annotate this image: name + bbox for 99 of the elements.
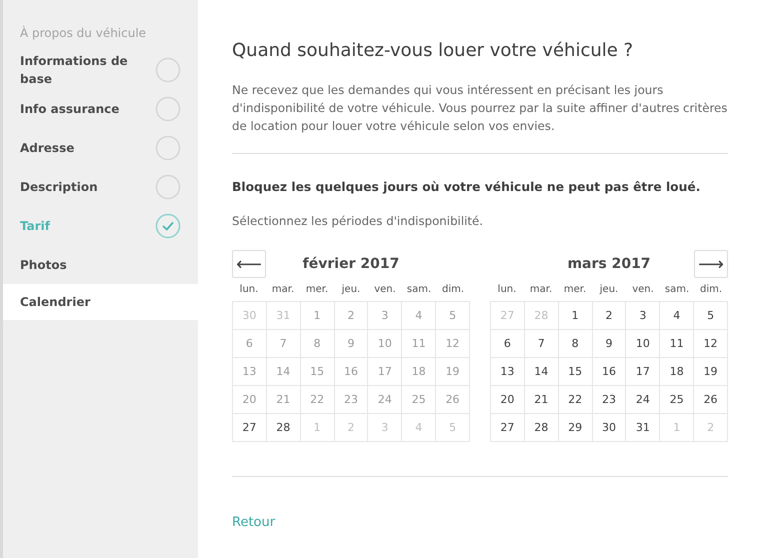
day-cell: 6 xyxy=(233,330,267,358)
day-cell: 28 xyxy=(524,302,559,330)
weekday-label: ven. xyxy=(631,284,655,295)
day-cell: 20 xyxy=(233,386,267,414)
day-cell[interactable]: 6 xyxy=(491,330,525,358)
day-cell: 1 xyxy=(300,302,335,330)
weekday-label: mer. xyxy=(304,284,330,295)
day-cell[interactable]: 18 xyxy=(660,358,694,386)
day-cell: 14 xyxy=(266,358,301,386)
day-cell: 1 xyxy=(660,414,694,442)
month-title: février 2017 xyxy=(302,256,400,272)
section-heading: Bloquez les quelques jours où votre véhicule ne peut pas être loué. xyxy=(232,180,702,194)
day-cell[interactable]: 12 xyxy=(694,330,728,358)
day-cell: 27 xyxy=(491,302,525,330)
day-cell: 2 xyxy=(694,414,728,442)
day-cell[interactable]: 9 xyxy=(592,330,626,358)
day-cell[interactable]: 24 xyxy=(626,386,660,414)
day-cell: 4 xyxy=(402,414,436,442)
day-cell: 16 xyxy=(334,358,368,386)
day-cell: 2 xyxy=(334,302,368,330)
day-cell[interactable]: 11 xyxy=(660,330,694,358)
day-cell[interactable]: 26 xyxy=(694,386,728,414)
day-cell[interactable]: 30 xyxy=(592,414,626,442)
weekday-label: sam. xyxy=(406,284,432,295)
day-cell[interactable]: 31 xyxy=(626,414,660,442)
weekday-label: lun. xyxy=(496,284,518,295)
weekday-label: lun. xyxy=(238,284,260,295)
day-cell[interactable]: 29 xyxy=(558,414,593,442)
day-cell[interactable]: 8 xyxy=(558,330,593,358)
previous-month-button[interactable]: ⟵ xyxy=(232,250,266,278)
day-cell[interactable]: 28 xyxy=(266,414,301,442)
weekday-label: sam. xyxy=(664,284,690,295)
day-cell: 5 xyxy=(436,302,470,330)
weekday-label: jeu. xyxy=(340,284,362,295)
day-cell[interactable]: 13 xyxy=(491,358,525,386)
day-cell: 30 xyxy=(233,302,267,330)
day-cell[interactable]: 7 xyxy=(524,330,559,358)
day-cell[interactable]: 10 xyxy=(626,330,660,358)
day-cell: 13 xyxy=(233,358,267,386)
day-cell: 21 xyxy=(266,386,301,414)
day-cell[interactable]: 17 xyxy=(626,358,660,386)
day-cell[interactable]: 23 xyxy=(592,386,626,414)
weekday-label: mer. xyxy=(562,284,588,295)
day-cell: 26 xyxy=(436,386,470,414)
weekday-label: mar. xyxy=(528,284,554,295)
day-cell[interactable]: 5 xyxy=(694,302,728,330)
day-cell: 1 xyxy=(300,414,335,442)
day-cell[interactable]: 20 xyxy=(491,386,525,414)
day-cell: 17 xyxy=(368,358,402,386)
section-hint: Sélectionnez les périodes d'indisponibilité. xyxy=(232,214,484,228)
day-cell: 23 xyxy=(334,386,368,414)
day-cell: 31 xyxy=(266,302,301,330)
next-month-button[interactable]: ⟶ xyxy=(694,250,728,278)
page-title: Quand souhaitez-vous louer votre véhicule ? xyxy=(232,40,634,61)
day-cell: 19 xyxy=(436,358,470,386)
day-cell[interactable]: 16 xyxy=(592,358,626,386)
weekday-label: dim. xyxy=(698,284,724,295)
sidebar-heading: À propos du véhicule xyxy=(19,26,148,42)
day-cell[interactable]: 14 xyxy=(524,358,559,386)
day-cell: 8 xyxy=(300,330,335,358)
weekday-label: ven. xyxy=(373,284,397,295)
day-cell[interactable]: 22 xyxy=(558,386,593,414)
day-cell: 5 xyxy=(436,414,470,442)
day-cell[interactable]: 2 xyxy=(592,302,626,330)
day-cell: 3 xyxy=(368,302,402,330)
day-cell: 3 xyxy=(368,414,402,442)
day-cell: 9 xyxy=(334,330,368,358)
sidebar-item[interactable]: Informations de base xyxy=(3,50,198,89)
sidebar-item[interactable]: Adresse xyxy=(3,128,198,167)
day-cell[interactable]: 3 xyxy=(626,302,660,330)
day-cell[interactable]: 25 xyxy=(660,386,694,414)
day-cell: 7 xyxy=(266,330,301,358)
weekday-label: jeu. xyxy=(598,284,620,295)
day-cell: 11 xyxy=(402,330,436,358)
day-cell: 4 xyxy=(402,302,436,330)
sidebar-item[interactable]: Description xyxy=(3,167,198,206)
sidebar-item[interactable]: Calendrier xyxy=(3,284,198,320)
day-cell: 25 xyxy=(402,386,436,414)
day-cell[interactable]: 27 xyxy=(233,414,267,442)
intro-text: Ne recevez que les demandes qui vous intéressent en précisant les jours d'indisponibilité de votre véhicule. Vous pourrez par la suite affiner d'autres critères de location pour louer votre véhicule selon vos envies. xyxy=(232,82,728,135)
day-cell: 2 xyxy=(334,414,368,442)
day-cell: 24 xyxy=(368,386,402,414)
weekday-label: mar. xyxy=(270,284,296,295)
day-cell[interactable]: 27 xyxy=(491,414,525,442)
day-cell: 18 xyxy=(402,358,436,386)
sidebar-item[interactable]: Info assurance xyxy=(3,89,198,128)
weekday-label: dim. xyxy=(440,284,466,295)
day-cell[interactable]: 19 xyxy=(694,358,728,386)
day-cell[interactable]: 28 xyxy=(524,414,559,442)
day-cell: 15 xyxy=(300,358,335,386)
day-cell: 10 xyxy=(368,330,402,358)
day-cell[interactable]: 15 xyxy=(558,358,593,386)
day-cell: 12 xyxy=(436,330,470,358)
sidebar-item[interactable]: Photos xyxy=(3,245,198,284)
day-cell[interactable]: 4 xyxy=(660,302,694,330)
month-title: mars 2017 xyxy=(567,256,651,272)
day-cell[interactable]: 1 xyxy=(558,302,593,330)
day-cell: 22 xyxy=(300,386,335,414)
day-cell[interactable]: 21 xyxy=(524,386,559,414)
